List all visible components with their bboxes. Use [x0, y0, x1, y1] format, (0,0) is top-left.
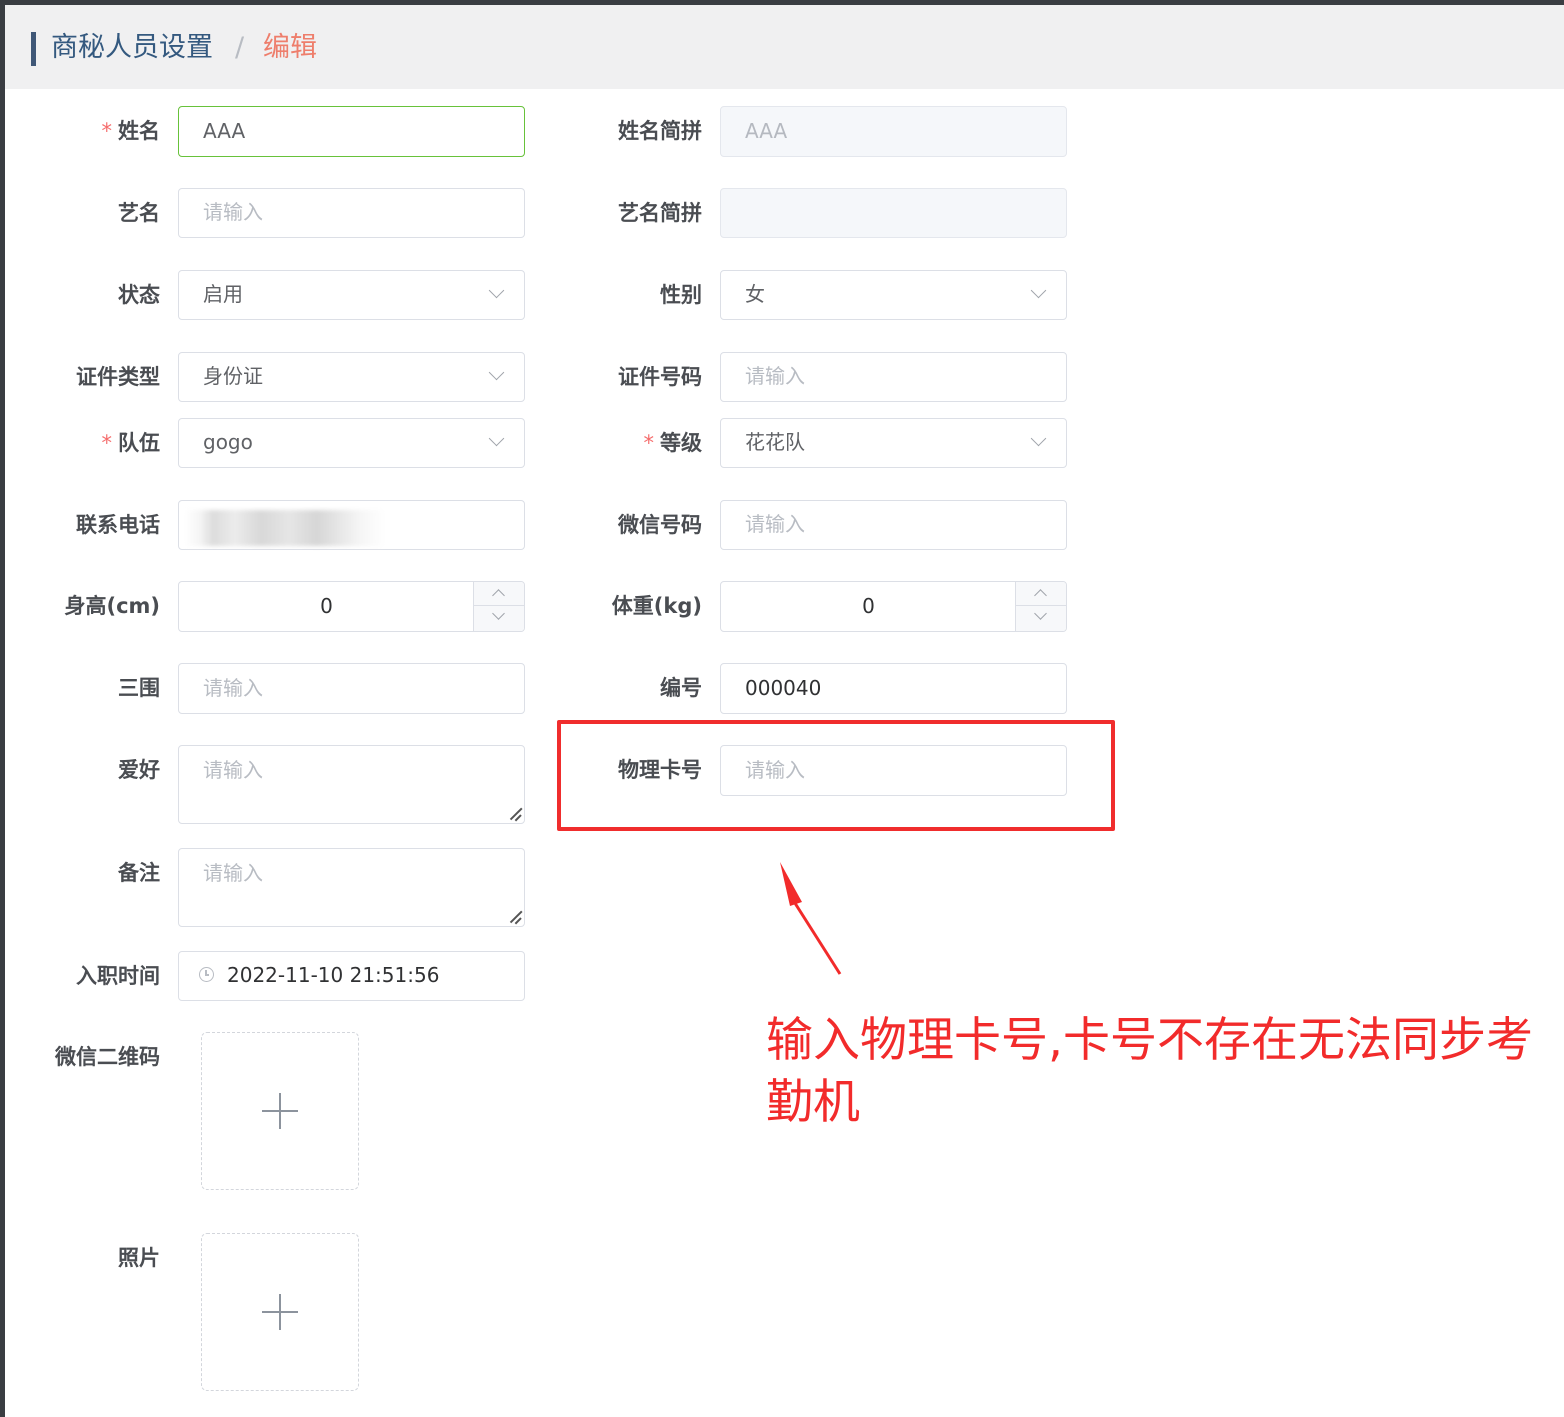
height-decrease-button[interactable]: [474, 606, 524, 629]
caret-down-icon: [492, 607, 505, 620]
chevron-down-icon: [1030, 430, 1047, 447]
height-label: 身高(cm): [64, 594, 160, 618]
weight-label: 体重(kg): [611, 594, 702, 618]
team-select-value: gogo: [203, 430, 253, 454]
weight-increase-button[interactable]: [1016, 582, 1066, 606]
caret-up-icon: [1034, 589, 1047, 602]
name-input[interactable]: AAA: [178, 106, 525, 157]
redacted-phone-blur: [185, 510, 385, 546]
wechat-id-input[interactable]: 请输入: [720, 500, 1067, 550]
caret-up-icon: [492, 589, 505, 602]
weight-decrease-button[interactable]: [1016, 606, 1066, 629]
hire-time-label: 入职时间: [76, 964, 160, 988]
weight-number-input[interactable]: 0: [720, 581, 1067, 632]
name-label: * 姓名: [60, 116, 161, 146]
id-type-label: 证件类型: [76, 365, 160, 389]
required-mark: *: [101, 431, 113, 455]
phone-label: 联系电话: [76, 513, 160, 537]
measurements-placeholder: 请输入: [203, 676, 263, 700]
wechat-id-placeholder: 请输入: [745, 512, 805, 536]
hobby-label: 爱好: [118, 758, 160, 782]
code-input[interactable]: 000040: [720, 663, 1067, 714]
status-select[interactable]: 启用: [178, 270, 525, 320]
gender-select-value: 女: [745, 282, 765, 306]
annotation-arrow-icon: [780, 862, 842, 975]
wechat-qr-label: 微信二维码: [55, 1045, 160, 1069]
chevron-down-icon: [488, 282, 505, 299]
required-mark: *: [643, 431, 655, 455]
breadcrumb-parent-link[interactable]: 商秘人员设置: [51, 28, 213, 68]
hobby-textarea[interactable]: 请输入: [178, 745, 525, 824]
weight-stepper: [1015, 582, 1066, 631]
status-select-value: 启用: [203, 282, 243, 306]
level-select[interactable]: 花花队: [720, 418, 1067, 468]
remark-textarea[interactable]: 请输入: [178, 848, 525, 927]
measurements-input[interactable]: 请输入: [178, 663, 525, 714]
stage-pinyin-input: [720, 188, 1067, 238]
name-label-text: 姓名: [118, 119, 160, 143]
hobby-placeholder: 请输入: [203, 758, 263, 782]
id-number-label: 证件号码: [618, 365, 702, 389]
height-number-input[interactable]: 0: [178, 581, 525, 632]
measurements-label: 三围: [118, 676, 160, 700]
photo-label: 照片: [118, 1246, 160, 1270]
height-value: 0: [320, 594, 333, 618]
plus-icon: [262, 1093, 298, 1129]
code-label: 编号: [660, 676, 702, 700]
id-number-input[interactable]: 请输入: [720, 352, 1067, 402]
window-left-border: [0, 0, 5, 1417]
plus-icon: [262, 1294, 298, 1330]
gender-select[interactable]: 女: [720, 270, 1067, 320]
name-pinyin-input: AAA: [720, 106, 1067, 157]
breadcrumb-marker: [31, 32, 36, 66]
name-input-value: AAA: [203, 119, 246, 143]
height-stepper: [473, 582, 524, 631]
required-mark: *: [101, 119, 113, 143]
gender-label: 性别: [660, 283, 702, 307]
remark-label: 备注: [118, 861, 160, 885]
team-label-text: 队伍: [118, 431, 160, 455]
id-number-placeholder: 请输入: [745, 364, 805, 388]
clock-icon: [199, 967, 214, 982]
hire-time-value: 2022-11-10 21:51:56: [227, 963, 440, 987]
resize-grip-icon[interactable]: [507, 909, 521, 923]
breadcrumb-current: 编辑: [263, 32, 317, 63]
stage-name-input[interactable]: 请输入: [178, 188, 525, 238]
team-label: * 队伍: [60, 428, 161, 458]
stage-pinyin-label: 艺名简拼: [618, 201, 702, 225]
level-select-value: 花花队: [745, 430, 805, 454]
id-type-select[interactable]: 身份证: [178, 352, 525, 402]
chevron-down-icon: [488, 364, 505, 381]
breadcrumb: 商秘人员设置 / 编辑: [5, 5, 1564, 89]
chevron-down-icon: [1030, 282, 1047, 299]
wechat-qr-upload[interactable]: [201, 1032, 359, 1190]
caret-down-icon: [1034, 607, 1047, 620]
wechat-id-label: 微信号码: [618, 513, 702, 537]
stage-name-label: 艺名: [118, 201, 160, 225]
hire-time-picker[interactable]: 2022-11-10 21:51:56: [178, 951, 525, 1001]
weight-value: 0: [862, 594, 875, 618]
chevron-down-icon: [488, 430, 505, 447]
breadcrumb-separator: /: [235, 32, 245, 63]
status-label: 状态: [118, 283, 160, 307]
annotation-highlight-box: [557, 720, 1115, 831]
id-type-select-value: 身份证: [203, 364, 263, 388]
photo-upload[interactable]: [201, 1233, 359, 1391]
annotation-note: 输入物理卡号,卡号不存在无法同步考勤机: [766, 1013, 1533, 1130]
remark-placeholder: 请输入: [203, 861, 263, 885]
name-pinyin-label: 姓名简拼: [618, 119, 702, 143]
level-label: * 等级: [580, 428, 703, 458]
resize-grip-icon[interactable]: [507, 806, 521, 820]
stage-name-placeholder: 请输入: [203, 200, 263, 224]
level-label-text: 等级: [660, 431, 702, 455]
code-value: 000040: [745, 676, 822, 700]
team-select[interactable]: gogo: [178, 418, 525, 468]
height-increase-button[interactable]: [474, 582, 524, 606]
name-pinyin-value: AAA: [745, 119, 788, 143]
